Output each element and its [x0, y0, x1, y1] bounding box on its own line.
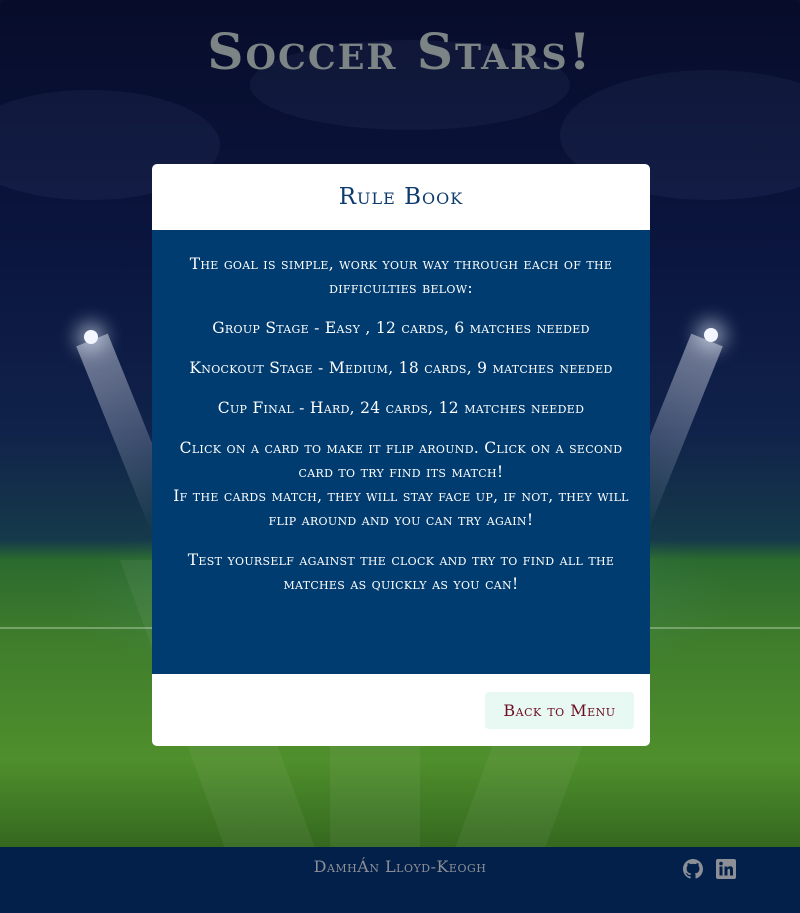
rules-knockout-stage: Knockout Stage - Medium, 18 cards, 9 mat…	[189, 359, 613, 377]
modal-title: Rule Book	[338, 184, 464, 210]
rules-how-to-line1: Click on a card to make it flip around. …	[179, 439, 623, 481]
linkedin-icon[interactable]	[716, 859, 736, 879]
site-title: Soccer Stars!	[207, 22, 593, 81]
back-to-menu-button[interactable]: Back to Menu	[485, 692, 634, 729]
rule-book-modal: Rule Book The goal is simple, work your …	[152, 164, 650, 746]
rules-how-to-play: Click on a card to make it flip around. …	[172, 436, 630, 532]
modal-header: Rule Book	[152, 164, 650, 230]
page-footer: DamhÁn Lloyd-Keogh	[0, 847, 800, 913]
github-icon[interactable]	[683, 859, 703, 879]
rules-cup-final: Cup Final - Hard, 24 cards, 12 matches n…	[217, 399, 585, 417]
rules-group-stage: Group Stage - Easy , 12 cards, 6 matches…	[212, 319, 590, 337]
modal-body: The goal is simple, work your way throug…	[152, 230, 650, 674]
modal-footer: Back to Menu	[152, 674, 650, 746]
rules-how-to-line2: If the cards match, they will stay face …	[173, 487, 629, 529]
floodlight	[84, 330, 98, 344]
rules-intro: The goal is simple, work your way throug…	[189, 255, 613, 297]
floodlight	[704, 328, 718, 342]
rules-closing: Test yourself against the clock and try …	[187, 551, 615, 593]
author-name: DamhÁn Lloyd-Keogh	[313, 857, 487, 876]
